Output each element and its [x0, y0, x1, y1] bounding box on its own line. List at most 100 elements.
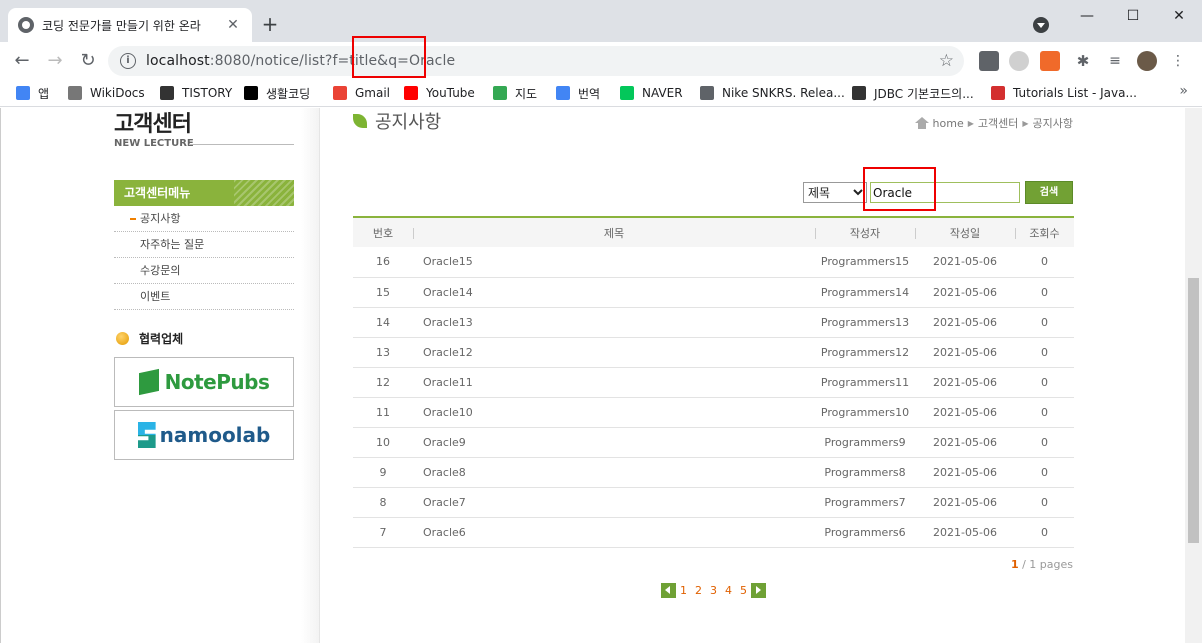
search-button[interactable]: 검색	[1025, 181, 1073, 204]
search-field-select[interactable]: 제목	[803, 182, 867, 203]
next-page-icon[interactable]	[751, 583, 766, 598]
close-tab-icon[interactable]: ✕	[224, 16, 242, 34]
tab-strip: 코딩 전문가를 만들기 위한 온라 ✕ + — ☐ ✕	[0, 0, 1202, 42]
cell-title[interactable]: Oracle13	[413, 307, 815, 338]
menu-icon[interactable]: ⋮	[1168, 51, 1188, 71]
namoolab-logo: namoolab	[137, 422, 270, 448]
page-number-link[interactable]: 2	[695, 584, 702, 597]
bookmark-item[interactable]: WikiDocs	[68, 83, 145, 103]
maximize-button[interactable]: ☐	[1110, 0, 1156, 32]
cell-title[interactable]: Oracle12	[413, 337, 815, 368]
bookmark-item[interactable]: 번역	[556, 83, 600, 103]
cell-title[interactable]: Oracle9	[413, 427, 815, 458]
cell-writer: Programmers14	[815, 277, 915, 308]
table-row: 16 Oracle15 Programmers15 2021-05-06 0	[353, 247, 1074, 278]
cell-title[interactable]: Oracle6	[413, 517, 815, 548]
page-number-list: 12345	[676, 584, 751, 597]
cell-date: 2021-05-06	[915, 517, 1015, 548]
bookmark-item[interactable]: Nike SNKRS. Relea...	[700, 83, 845, 103]
cell-title[interactable]: Oracle8	[413, 457, 815, 488]
new-tab-button[interactable]: +	[258, 13, 282, 37]
more-bookmarks-icon[interactable]: »	[1179, 83, 1188, 99]
sidebar-item-event[interactable]: 이벤트	[114, 284, 294, 310]
partner-notepubs-link[interactable]: NotePubs	[114, 357, 294, 407]
cell-title[interactable]: Oracle10	[413, 397, 815, 428]
site-info-icon[interactable]: i	[120, 53, 136, 69]
bookmark-label: 앱	[38, 86, 50, 101]
cell-id: 14	[353, 307, 413, 338]
bookmark-item[interactable]: 지도	[493, 83, 537, 103]
breadcrumb: home ▶ 고객센터 ▶ 공지사항	[914, 115, 1073, 131]
bookmark-item[interactable]: 생활코딩	[244, 83, 310, 103]
cell-id: 13	[353, 337, 413, 368]
cell-title[interactable]: Oracle11	[413, 367, 815, 398]
bookmark-item[interactable]: JDBC 기본코드의...	[852, 83, 974, 103]
col-header-date: 작성일	[915, 217, 1015, 247]
cell-title[interactable]: Oracle15	[413, 247, 815, 278]
sidebar-subtitle: NEW LECTURE	[114, 138, 194, 149]
forward-arrow-icon[interactable]: →	[43, 49, 67, 73]
col-header-id: 번호	[372, 226, 394, 240]
table-row: 7 Oracle6 Programmers6 2021-05-06 0	[353, 517, 1074, 548]
bookmark-item[interactable]: NAVER	[620, 83, 683, 103]
bookmark-item[interactable]: Tutorials List - Java...	[991, 83, 1137, 103]
cell-writer: Programmers13	[815, 307, 915, 338]
cell-hits: 0	[1015, 517, 1074, 548]
bookmark-item[interactable]: TISTORY	[160, 83, 232, 103]
circle-icon	[244, 86, 258, 100]
menu-header: 고객센터메뉴	[114, 180, 294, 206]
page-number-link[interactable]: 1	[680, 584, 687, 597]
bookmark-item[interactable]: 앱	[16, 83, 49, 103]
breadcrumb-notice: 공지사항	[1032, 117, 1073, 130]
close-window-button[interactable]: ✕	[1156, 0, 1202, 32]
browser-toolbar: ← → ↻ i localhost:8080/notice/list?f=tit…	[0, 42, 1202, 79]
avatar[interactable]	[1137, 51, 1157, 71]
page-number-link[interactable]: 5	[740, 584, 747, 597]
browser-tab[interactable]: 코딩 전문가를 만들기 위한 온라 ✕	[8, 8, 252, 42]
bookmark-label: Nike SNKRS. Relea...	[722, 86, 845, 100]
cell-hits: 0	[1015, 427, 1074, 458]
scrollbar[interactable]	[1185, 108, 1202, 643]
address-bar[interactable]: i localhost:8080/notice/list?f=title&q=O…	[108, 46, 964, 76]
table-row: 14 Oracle13 Programmers13 2021-05-06 0	[353, 307, 1074, 338]
cell-hits: 0	[1015, 487, 1074, 518]
minimize-button[interactable]: —	[1064, 0, 1110, 32]
bookmark-label: Tutorials List - Java...	[1013, 86, 1137, 100]
apps-grid-icon	[16, 86, 30, 100]
tab-search-icon[interactable]	[1033, 17, 1049, 33]
reload-icon[interactable]: ↻	[76, 49, 100, 73]
cell-hits: 0	[1015, 457, 1074, 488]
extension-icon[interactable]	[979, 51, 999, 71]
table-row: 10 Oracle9 Programmers9 2021-05-06 0	[353, 427, 1074, 458]
table-header-row: 번호 제목 작성자 작성일 조회수	[353, 217, 1074, 247]
cell-date: 2021-05-06	[915, 427, 1015, 458]
bookmark-item[interactable]: YouTube	[404, 83, 475, 103]
cell-id: 16	[353, 247, 413, 278]
bookmark-label: 번역	[578, 86, 601, 101]
notice-table: 번호 제목 작성자 작성일 조회수 16 Oracle15 Programmers1…	[353, 216, 1074, 548]
cell-id: 8	[353, 487, 413, 518]
bookmark-star-icon[interactable]: ☆	[939, 51, 954, 71]
breadcrumb-customer-center[interactable]: 고객센터	[978, 115, 1018, 131]
home-icon	[914, 117, 929, 129]
namoolab-mark-icon	[137, 422, 156, 448]
scrollbar-thumb[interactable]	[1188, 278, 1199, 543]
back-arrow-icon[interactable]: ←	[10, 49, 34, 73]
prev-page-icon[interactable]	[661, 583, 676, 598]
cell-title[interactable]: Oracle7	[413, 487, 815, 518]
puzzle-icon[interactable]: ✱	[1073, 51, 1093, 71]
cell-title[interactable]: Oracle14	[413, 277, 815, 308]
bookmark-item[interactable]: Gmail	[333, 83, 390, 103]
pagination: 12345	[661, 583, 766, 598]
breadcrumb-home[interactable]: home	[933, 117, 964, 130]
extension-r-icon[interactable]	[1009, 51, 1029, 71]
page-number-link[interactable]: 3	[710, 584, 717, 597]
sidebar-item-notice[interactable]: 공지사항	[114, 206, 294, 232]
page-number-link[interactable]: 4	[725, 584, 732, 597]
extension-ex-icon[interactable]	[1040, 51, 1060, 71]
cell-date: 2021-05-06	[915, 247, 1015, 278]
sidebar-item-inquiry[interactable]: 수강문의	[114, 258, 294, 284]
partner-namoolab-link[interactable]: namoolab	[114, 410, 294, 460]
sidebar-item-faq[interactable]: 자주하는 질문	[114, 232, 294, 258]
media-icon[interactable]: ≡	[1105, 51, 1125, 71]
